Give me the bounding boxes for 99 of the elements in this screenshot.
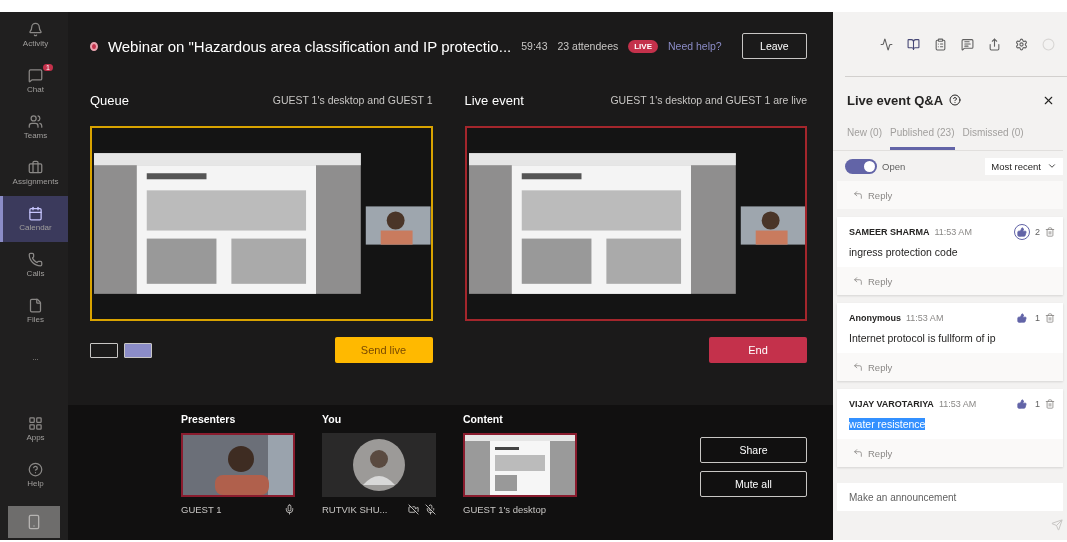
sidebar-item[interactable]: Teams bbox=[0, 104, 68, 150]
thumbs-up-icon bbox=[1017, 399, 1027, 409]
reply-icon bbox=[853, 276, 863, 286]
pulse-icon[interactable] bbox=[880, 37, 893, 51]
sidebar-label: Chat bbox=[27, 85, 44, 94]
camera-off-icon[interactable] bbox=[408, 504, 419, 515]
reply-icon bbox=[853, 362, 863, 372]
leave-button[interactable]: Leave bbox=[741, 33, 807, 59]
briefcase-icon bbox=[28, 160, 43, 175]
microphone-icon[interactable] bbox=[284, 504, 295, 515]
action-button[interactable]: Mute all bbox=[700, 471, 807, 497]
chevron-down-icon bbox=[1047, 161, 1057, 171]
source-name: GUEST 1's desktop bbox=[463, 504, 547, 515]
trash-icon[interactable] bbox=[1045, 313, 1055, 323]
sidebar-label: Activity bbox=[22, 39, 49, 48]
source-name: RUTVIK SHU... bbox=[322, 504, 389, 515]
panel-title: Live event Q&A bbox=[847, 92, 944, 108]
question-text: Internet protocol is fullform of ip bbox=[849, 332, 996, 344]
question-author: SAMEER SHARMA bbox=[849, 227, 930, 237]
reply-icon bbox=[853, 190, 863, 200]
section-heading: You bbox=[322, 413, 343, 425]
question-time: 11:53 AM bbox=[934, 227, 972, 237]
help-icon bbox=[28, 462, 43, 477]
timer: 59:43 bbox=[521, 40, 548, 52]
book-icon[interactable] bbox=[907, 37, 920, 51]
toggle-label: Open bbox=[882, 160, 906, 172]
announcement-field[interactable]: Make an announcement bbox=[837, 483, 1063, 511]
sidebar-label: Calendar bbox=[19, 223, 52, 232]
open-toggle[interactable] bbox=[845, 158, 877, 174]
sidebar-label: Calls bbox=[26, 269, 45, 278]
sidebar-item[interactable]: ... bbox=[0, 334, 68, 380]
attendee-count: 23 attendees bbox=[557, 40, 619, 52]
queue-title: Queue bbox=[90, 92, 130, 108]
layout-button[interactable] bbox=[124, 342, 152, 358]
sidebar-label: ... bbox=[32, 352, 39, 362]
trash-icon[interactable] bbox=[1045, 227, 1055, 237]
event-title: Webinar on "Hazardous area classification and IP protectio... bbox=[107, 37, 512, 55]
reply-button[interactable]: Reply bbox=[837, 439, 1063, 467]
sidebar-item[interactable]: Calls bbox=[0, 242, 68, 288]
reply-icon bbox=[853, 448, 863, 458]
thumbs-up-icon bbox=[1017, 227, 1027, 237]
settings-icon[interactable] bbox=[1015, 37, 1028, 51]
microphone-off-icon[interactable] bbox=[425, 504, 436, 515]
live-badge: LIVE bbox=[628, 39, 658, 53]
question-author: VIJAY VAROTARIYA bbox=[849, 399, 934, 409]
thumbs-up-icon bbox=[1017, 313, 1027, 323]
help-icon[interactable] bbox=[949, 94, 962, 106]
question-text: water resistence bbox=[849, 418, 926, 430]
trash-icon[interactable] bbox=[1045, 399, 1055, 409]
queue-caption: GUEST 1's desktop and GUEST 1 bbox=[272, 94, 433, 106]
phone-icon bbox=[26, 514, 42, 530]
layout-button[interactable] bbox=[90, 342, 118, 358]
question-time: 11:53 AM bbox=[938, 399, 977, 409]
sidebar-item[interactable]: Assignments bbox=[0, 150, 68, 196]
sidebar-item[interactable]: Help bbox=[0, 452, 68, 498]
phone-icon bbox=[28, 252, 43, 267]
reply-button[interactable]: Reply bbox=[837, 267, 1063, 295]
recording-dot bbox=[90, 41, 98, 51]
help-link[interactable]: Need help? bbox=[668, 40, 722, 52]
sidebar-label: Apps bbox=[26, 433, 45, 442]
section-heading: Presenters bbox=[181, 413, 237, 425]
file-icon bbox=[28, 298, 43, 313]
like-count: 1 bbox=[1035, 399, 1040, 409]
sort-dropdown[interactable]: Most recent bbox=[985, 157, 1063, 175]
question-time: 11:53 AM bbox=[906, 313, 944, 323]
people-icon bbox=[28, 114, 43, 129]
bell-icon bbox=[28, 22, 43, 37]
sidebar-item[interactable]: Activity bbox=[0, 12, 68, 58]
sidebar-label: Teams bbox=[23, 131, 48, 140]
source-thumbnail[interactable] bbox=[322, 433, 436, 497]
sidebar-label: Files bbox=[27, 315, 44, 324]
avatar bbox=[353, 439, 405, 491]
source-name: GUEST 1 bbox=[181, 504, 223, 515]
section-heading: Content bbox=[463, 413, 504, 425]
live-title: Live event bbox=[464, 92, 524, 108]
grid-icon bbox=[28, 416, 43, 431]
clipboard-icon[interactable] bbox=[934, 37, 947, 51]
question-text: ingress protection code bbox=[849, 246, 958, 258]
question-author: Anonymous bbox=[849, 313, 901, 323]
comment-icon[interactable] bbox=[961, 37, 974, 51]
sidebar-item[interactable]: Apps bbox=[0, 406, 68, 452]
like-button[interactable] bbox=[1014, 224, 1030, 240]
sidebar-item[interactable]: Files bbox=[0, 288, 68, 334]
send-live-button[interactable]: Send live bbox=[334, 337, 433, 363]
like-button[interactable] bbox=[1014, 310, 1030, 326]
like-count: 2 bbox=[1035, 227, 1040, 237]
chat-icon bbox=[28, 68, 43, 83]
sidebar-label: Help bbox=[27, 479, 44, 488]
reply-button[interactable]: Reply bbox=[837, 181, 1063, 209]
sidebar-item[interactable]: Calendar bbox=[0, 196, 68, 242]
calendar-icon bbox=[28, 206, 43, 221]
action-button[interactable]: Share bbox=[700, 437, 807, 463]
sidebar-label: Assignments bbox=[12, 177, 59, 186]
like-button[interactable] bbox=[1014, 396, 1030, 412]
share-icon[interactable] bbox=[988, 37, 1001, 51]
live-caption: GUEST 1's desktop and GUEST 1 are live bbox=[610, 94, 807, 106]
like-count: 1 bbox=[1035, 313, 1040, 323]
reply-button[interactable]: Reply bbox=[837, 353, 1063, 381]
end-button[interactable]: End bbox=[709, 337, 807, 363]
